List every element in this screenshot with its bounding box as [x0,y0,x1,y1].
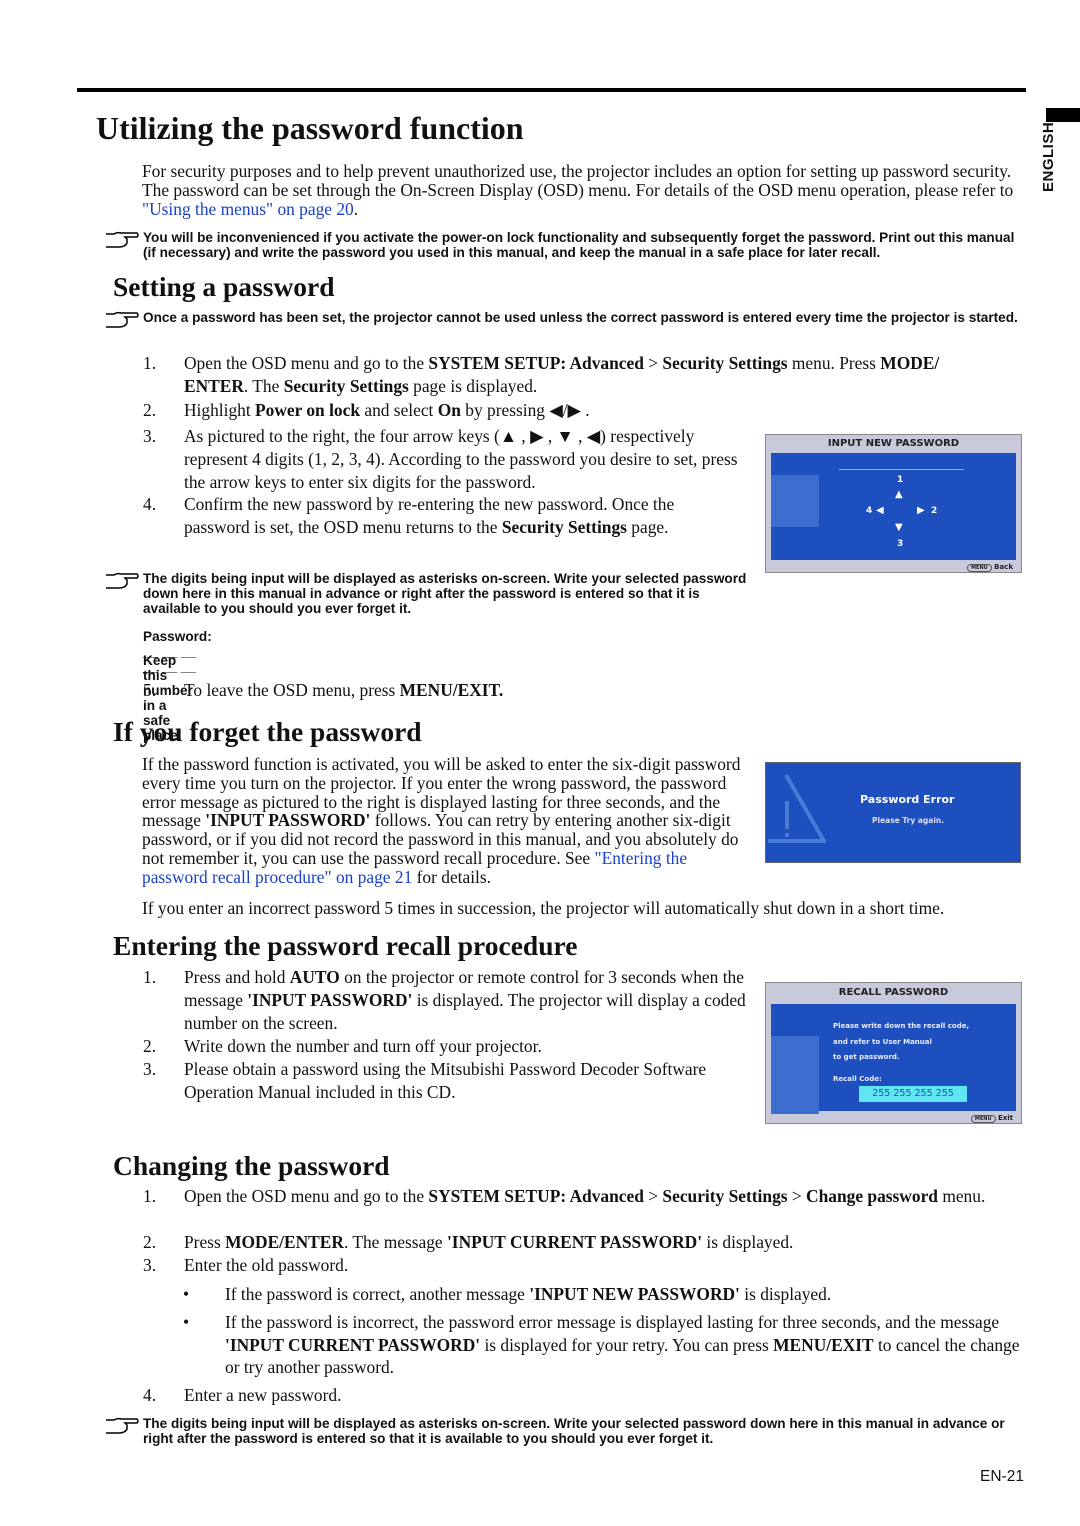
bold-text: MENU/EXIT [773,1334,874,1355]
bold-text: 'INPUT CURRENT PASSWORD' [225,1334,481,1355]
bold-text: Security Settings [501,517,627,537]
page-number: EN-21 [980,1468,1024,1485]
text-segment: page. [626,517,669,537]
text-segment: Press [184,1232,226,1252]
bold-text: SYSTEM SETUP: Advanced [428,1186,644,1206]
text-segment: As pictured to the right, the four arrow… [184,426,738,492]
text-segment: For security purposes and to help preven… [142,161,1014,200]
text-segment: Enter the old password. [184,1255,349,1275]
bold-text: On [437,400,461,420]
text-segment: Highlight [184,400,256,420]
heading-recall-procedure: Entering the password recall procedure [113,930,578,961]
osd-recall-password: RECALL PASSWORD Please write down the re… [765,982,1022,1124]
bold-text: Change password [806,1186,938,1206]
text-segment: If the password is correct, another mess… [225,1284,530,1304]
lock-icon [771,1036,819,1114]
text-segment: Open the OSD menu and go to the [184,353,429,373]
language-tab [1046,108,1080,122]
text-segment: > [787,1186,807,1206]
text-segment: . The [243,376,284,396]
bold-text: Security Settings [283,376,409,396]
page-title: Utilizing the password function [96,110,524,146]
pointing-hand-icon [106,231,139,248]
text-segment: Enter a new password. [184,1385,342,1405]
top-rule [77,88,1026,92]
text-segment: is displayed. [702,1232,794,1252]
text-segment: Please obtain a password using the Mitsu… [184,1059,707,1102]
password-slots [839,469,964,470]
arrow-right-icon: ▶ [917,505,925,516]
text-segment: and select [360,400,438,420]
osd-password-error: Password Error Please Try again. [765,762,1021,863]
heading-change-password: Changing the password [113,1150,390,1181]
text-segment: To leave the OSD menu, press [184,680,400,700]
text-segment: If you enter an incorrect password 5 tim… [142,898,945,918]
recall-code: 255 255 255 255 [859,1086,967,1102]
cross-reference-link[interactable]: "Using the menus" on page 20 [142,199,354,219]
bold-text: MODE/ENTER [225,1232,344,1252]
text-segment: is displayed. [739,1284,832,1304]
warning-icon [768,774,826,843]
arrow-down-icon: ▼ [895,522,903,533]
language-label: ENGLISH [1040,121,1057,192]
bold-text: SYSTEM SETUP: Advanced [428,353,644,373]
heading-setting-password: Setting a password [113,271,335,302]
text-segment: . The message [343,1232,447,1252]
forget-paragraph-2: If you enter an incorrect password 5 tim… [142,899,1022,918]
bold-text: 'INPUT PASSWORD' [247,990,413,1010]
text-segment: . [353,198,359,219]
bold-text: 'INPUT CURRENT PASSWORD' [446,1232,703,1252]
text-segment: by pressing ◀/▶ . [460,400,590,420]
text-segment: Open the OSD menu and go to the [184,1186,429,1206]
lock-icon [771,475,819,527]
heading-forget-password: If you forget the password [113,716,422,747]
arrow-left-icon: ◀ [876,505,884,516]
text-segment: for details. [412,866,491,887]
text-segment: menu. Press [787,353,881,373]
bold-text: 'INPUT NEW PASSWORD' [529,1284,740,1304]
pointing-hand-icon [106,1417,139,1434]
text-segment: is displayed for your retry. You can pre… [480,1334,774,1355]
text-segment: > [643,1186,663,1206]
forget-paragraph: If the password function is activated, y… [142,755,746,887]
text-segment: menu. [937,1186,986,1206]
text-segment: > [643,353,663,373]
bold-text: AUTO [289,967,340,987]
text-segment: Write down the number and turn off your … [184,1036,542,1056]
intro-paragraph: For security purposes and to help preven… [142,162,1022,218]
bold-text: MENU/EXIT. [399,680,504,700]
arrow-up-icon: ▲ [895,489,903,500]
bold-text: Power on lock [255,400,360,420]
osd-input-new-password: INPUT NEW PASSWORD 1 ▲ 4 ◀ ▶ 2 ▼ 3 MENU … [765,434,1022,573]
text-segment: page is displayed. [408,376,538,396]
text-segment: Press and hold [184,967,290,987]
bold-text: Security Settings [662,1186,788,1206]
text-segment: If the password is incorrect, the passwo… [225,1312,1000,1332]
bold-text: Security Settings [662,353,788,373]
pointing-hand-icon [106,572,139,589]
bold-text: 'INPUT PASSWORD' [205,810,371,831]
pointing-hand-icon [106,311,139,328]
